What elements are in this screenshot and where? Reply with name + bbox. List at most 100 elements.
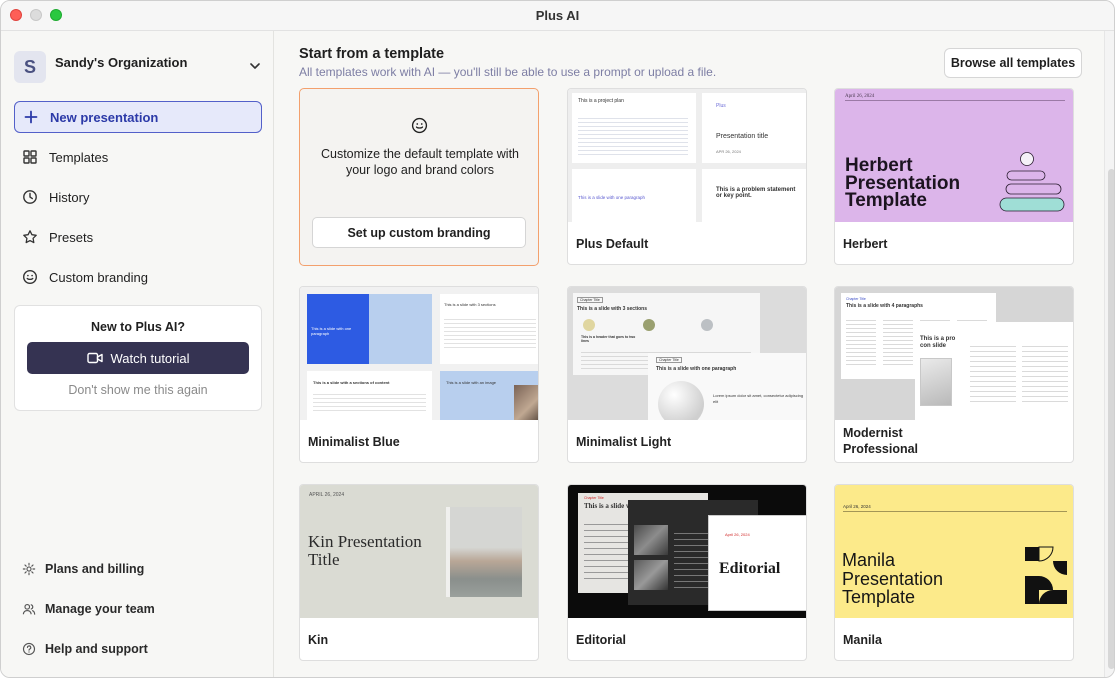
thumb-text: Chapter Title bbox=[656, 357, 682, 363]
template-card-herbert[interactable]: April 26, 2024 Herbert Presentation Temp… bbox=[834, 88, 1074, 265]
nav-label: Presets bbox=[49, 229, 94, 245]
setup-branding-button[interactable]: Set up custom branding bbox=[312, 217, 526, 248]
template-card-plus-default[interactable]: This is a project plan Plus Presentation… bbox=[567, 88, 807, 265]
custom-branding-card: Customize the default template with your… bbox=[299, 88, 539, 266]
thumb-text: This is a slide with 3 sections bbox=[577, 306, 648, 312]
thumb-text: Plus bbox=[716, 103, 726, 109]
nav-new-presentation[interactable]: New presentation bbox=[14, 101, 262, 133]
template-name: Editorial bbox=[576, 633, 627, 647]
footer-label: Plans and billing bbox=[45, 562, 145, 576]
maximize-window-button[interactable] bbox=[50, 9, 62, 21]
thumb-text: This is a slide with a sections of conte… bbox=[313, 380, 390, 385]
thumb-text: This is a slide with one paragraph bbox=[311, 326, 352, 336]
template-card-minimalist-light[interactable]: Chapter Title This is a slide with 3 sec… bbox=[567, 286, 807, 463]
manage-team-link[interactable]: Manage your team bbox=[22, 599, 155, 619]
thumb-text: April 26, 2024 bbox=[845, 94, 875, 99]
minimize-window-button[interactable] bbox=[30, 9, 42, 21]
sidebar: S Sandy's Organization New presentation … bbox=[1, 31, 274, 677]
geometric-logo-illustration bbox=[1025, 546, 1067, 604]
thumb-slide: This is a slide with one paragraph bbox=[307, 294, 432, 364]
thumb-text: This is a slide with 3 sections bbox=[444, 302, 496, 307]
smile-icon bbox=[22, 269, 38, 285]
window-controls bbox=[10, 9, 62, 21]
template-thumbnail: APRIL 26, 2024 Kin Presentation Title bbox=[300, 485, 538, 618]
thumb-text: April 26, 2024 bbox=[725, 532, 750, 537]
thumb-slide: Chapter Title This is a slide with one p… bbox=[648, 353, 806, 420]
org-avatar: S bbox=[14, 51, 46, 83]
thumb-slide: April 26, 2024 Editorial bbox=[708, 515, 806, 611]
footer-label: Manage your team bbox=[45, 602, 155, 616]
nav-custom-branding[interactable]: Custom branding bbox=[14, 261, 262, 293]
smile-icon bbox=[411, 117, 428, 134]
template-name: Manila bbox=[843, 633, 882, 647]
gear-icon bbox=[22, 562, 36, 576]
users-icon bbox=[22, 603, 36, 615]
template-name: Kin bbox=[308, 633, 329, 647]
thumb-text: This is a pro con slide bbox=[920, 336, 956, 349]
window-title: Plus AI bbox=[535, 8, 580, 23]
page-subtitle: All templates work with AI — you'll stil… bbox=[299, 65, 717, 79]
template-name: Modernist Professional bbox=[843, 426, 919, 456]
thumb-slide: Plus Presentation title APR 26, 2024 bbox=[702, 93, 806, 163]
nav-label: New presentation bbox=[50, 109, 159, 125]
grid-icon bbox=[23, 150, 37, 164]
browse-templates-button[interactable]: Browse all templates bbox=[944, 48, 1082, 78]
branding-description: Customize the default template with your… bbox=[320, 147, 520, 177]
dismiss-promo-link[interactable]: Don't show me this again bbox=[15, 383, 261, 397]
thumb-text: This is a project plan bbox=[578, 98, 624, 104]
thumb-text: This is a problem statement or key point… bbox=[716, 187, 796, 199]
template-thumbnail: April 26, 2024 Herbert Presentation Temp… bbox=[835, 89, 1073, 222]
thumb-text: Chapter Title bbox=[846, 297, 866, 301]
help-support-link[interactable]: Help and support bbox=[22, 639, 148, 659]
template-card-kin[interactable]: APRIL 26, 2024 Kin Presentation Title Ki… bbox=[299, 484, 539, 661]
thumb-slide: This is a slide with one paragraph bbox=[572, 169, 696, 222]
app-window: Plus AI S Sandy's Organization New prese… bbox=[0, 0, 1115, 678]
template-card-minimalist-blue[interactable]: This is a slide with one paragraph This … bbox=[299, 286, 539, 463]
template-card-manila[interactable]: April 26, 2024 Manila Presentation Templ… bbox=[834, 484, 1074, 661]
org-name: Sandy's Organization bbox=[55, 54, 188, 70]
nav-label: History bbox=[49, 189, 90, 205]
template-card-modernist-professional[interactable]: Chapter Title This is a slide with 4 par… bbox=[834, 286, 1074, 463]
thumb-title: Kin Presentation Title bbox=[308, 532, 422, 569]
thumb-text: This is a slide with an image bbox=[446, 380, 497, 385]
template-thumbnail: This is a slide with one paragraph This … bbox=[300, 287, 538, 420]
chevron-down-icon[interactable] bbox=[248, 59, 262, 73]
thumb-text: APR 26, 2024 bbox=[716, 149, 741, 154]
promo-title: New to Plus AI? bbox=[91, 320, 185, 334]
footer-label: Help and support bbox=[45, 642, 148, 656]
template-name: Plus Default bbox=[576, 237, 649, 251]
watch-tutorial-button[interactable]: Watch tutorial bbox=[27, 342, 249, 374]
nav-label: Custom branding bbox=[49, 269, 148, 285]
org-switcher[interactable]: S Sandy's Organization bbox=[14, 51, 264, 83]
thumb-slide: This is a slide with 3 sections bbox=[440, 294, 538, 364]
thumb-title: Manila Presentation Template bbox=[842, 550, 944, 607]
template-name: Herbert bbox=[843, 237, 888, 251]
plans-billing-link[interactable]: Plans and billing bbox=[22, 559, 144, 579]
nav-presets[interactable]: Presets bbox=[14, 221, 262, 253]
watch-tutorial-label: Watch tutorial bbox=[110, 350, 190, 366]
thumb-text: This is a slide with one paragraph bbox=[578, 195, 646, 200]
stacked-shapes-illustration bbox=[999, 152, 1065, 212]
template-thumbnail: Chapter Title This is a slide with 2 sec… bbox=[568, 485, 806, 618]
thumb-text: This is a slide with one paragraph bbox=[656, 366, 737, 372]
close-window-button[interactable] bbox=[10, 9, 22, 21]
tutorial-promo: New to Plus AI? Watch tutorial Don't sho… bbox=[14, 305, 262, 411]
help-icon bbox=[22, 642, 36, 656]
thumb-text: Lorem ipsum dolor sit amet, consectetur … bbox=[713, 393, 804, 404]
thumb-slide: This is a pro con slide bbox=[915, 322, 1073, 420]
vertical-scrollbar[interactable] bbox=[1104, 31, 1114, 677]
scrollbar-thumb[interactable] bbox=[1108, 169, 1114, 669]
nav-history[interactable]: History bbox=[14, 181, 262, 213]
template-name: Minimalist Blue bbox=[308, 435, 400, 449]
clock-icon bbox=[23, 190, 37, 204]
template-card-editorial[interactable]: Chapter Title This is a slide with 2 sec… bbox=[567, 484, 807, 661]
thumb-text: Presentation title bbox=[716, 133, 769, 140]
thumb-text: Chapter Title bbox=[584, 496, 604, 500]
nav-templates[interactable]: Templates bbox=[14, 141, 262, 173]
thumb-slide: This is a project plan bbox=[572, 93, 696, 163]
video-icon bbox=[86, 352, 103, 364]
thumb-slide: This is a slide with a sections of conte… bbox=[307, 371, 432, 420]
template-thumbnail: This is a project plan Plus Presentation… bbox=[568, 89, 806, 222]
plus-icon bbox=[24, 110, 38, 124]
main-content: Start from a template All templates work… bbox=[275, 31, 1104, 677]
